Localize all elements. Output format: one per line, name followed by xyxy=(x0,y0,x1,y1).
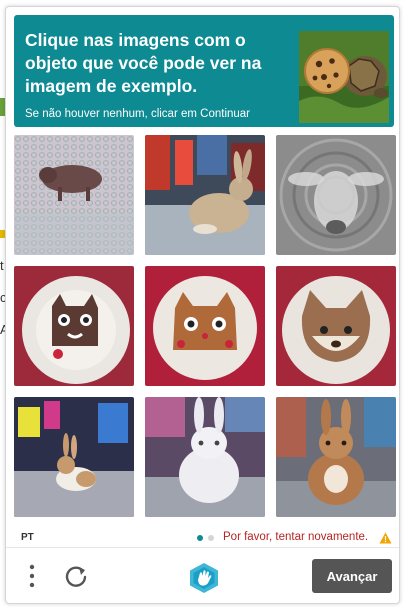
refresh-icon[interactable] xyxy=(62,563,90,591)
image-tile[interactable] xyxy=(145,397,265,517)
image-tile[interactable] xyxy=(276,135,396,255)
captcha-widget: Clique nas imagens com o objeto que você… xyxy=(5,6,400,604)
image-tile[interactable] xyxy=(14,397,134,517)
hcaptcha-logo-icon[interactable] xyxy=(188,562,220,594)
footer-status: PT Por favor, tentar novamente. xyxy=(6,523,399,547)
page-indicator-active xyxy=(197,535,203,541)
image-tile[interactable] xyxy=(276,266,396,386)
language-selector[interactable]: PT xyxy=(21,532,34,543)
image-tile[interactable] xyxy=(145,266,265,386)
warning-icon xyxy=(379,531,392,544)
image-tile[interactable] xyxy=(145,135,265,255)
next-button[interactable]: Avançar xyxy=(312,559,392,593)
error-message: Por favor, tentar novamente. xyxy=(223,531,369,543)
challenge-prompt: Clique nas imagens com o objeto que você… xyxy=(14,15,394,127)
image-grid xyxy=(14,135,397,517)
page-indicator-inactive xyxy=(208,535,214,541)
footer-divider xyxy=(6,547,399,548)
example-image xyxy=(299,31,389,123)
image-tile[interactable] xyxy=(14,135,134,255)
image-tile[interactable] xyxy=(276,397,396,517)
prompt-title: Clique nas imagens com o objeto que você… xyxy=(25,30,262,96)
image-tile[interactable] xyxy=(14,266,134,386)
kebab-menu-icon[interactable] xyxy=(22,563,42,589)
prompt-subtitle: Se não houver nenhum, clicar em Continua… xyxy=(25,108,251,120)
